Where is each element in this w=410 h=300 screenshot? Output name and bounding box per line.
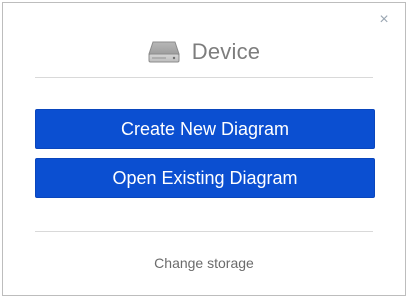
- header-divider: [35, 77, 373, 78]
- storage-dialog: × Device Create New Diagram Open Existin…: [2, 2, 406, 296]
- close-icon[interactable]: ×: [377, 12, 391, 28]
- change-storage-link[interactable]: Change storage: [3, 255, 405, 271]
- create-new-diagram-button[interactable]: Create New Diagram: [35, 109, 375, 149]
- dialog-header: Device: [3, 37, 405, 67]
- open-existing-diagram-button[interactable]: Open Existing Diagram: [35, 158, 375, 198]
- dialog-title: Device: [191, 39, 261, 64]
- hard-drive-icon: [148, 41, 180, 63]
- footer-divider: [35, 231, 373, 232]
